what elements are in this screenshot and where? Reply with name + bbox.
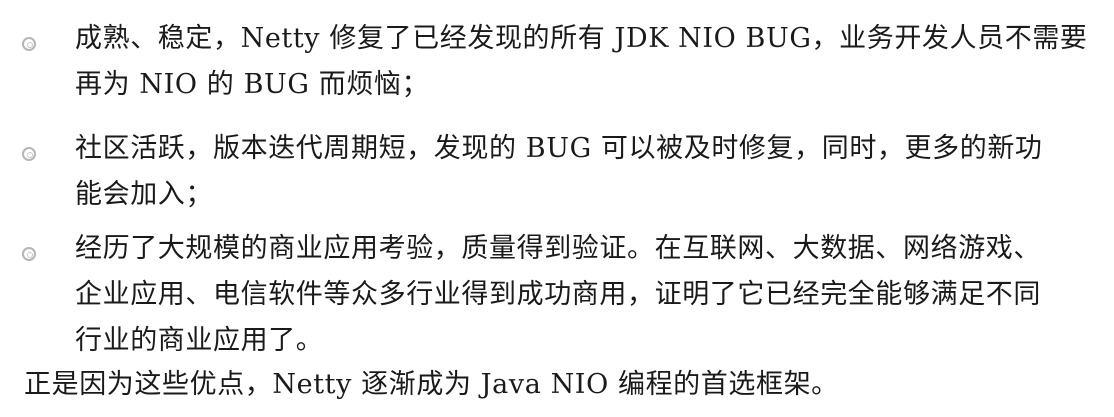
bullet-text: 成熟、稳定，Netty 修复了已经发现的所有 JDK NIO BUG，业务开发人… bbox=[75, 16, 1105, 108]
bullet-text: 经历了大规模的商业应用考验，质量得到验证。在互联网、大数据、网络游戏、 企业应用… bbox=[75, 226, 1105, 364]
text-line: 成熟、稳定，Netty 修复了已经发现的所有 JDK NIO BUG，业务开发人… bbox=[75, 23, 1088, 54]
text-line: 行业的商业应用了。 bbox=[75, 325, 324, 356]
document-page: 成熟、稳定，Netty 修复了已经发现的所有 JDK NIO BUG，业务开发人… bbox=[0, 0, 1114, 417]
text-line: 再为 NIO 的 BUG 而烦恼； bbox=[75, 69, 430, 100]
circle-bullet-icon bbox=[22, 247, 36, 261]
text-line: 企业应用、电信软件等众多行业得到成功商用，证明了它已经完全能够满足不同 bbox=[75, 279, 1041, 310]
text-line: 社区活跃，版本迭代周期短，发现的 BUG 可以被及时修复，同时，更多的新功 bbox=[75, 133, 1043, 164]
bullet-text: 社区活跃，版本迭代周期短，发现的 BUG 可以被及时修复，同时，更多的新功 能会… bbox=[75, 126, 1105, 218]
text-line: 能会加入； bbox=[75, 179, 213, 210]
circle-bullet-icon bbox=[22, 147, 36, 161]
summary-paragraph: 正是因为这些优点，Netty 逐渐成为 Java NIO 编程的首选框架。 bbox=[24, 369, 839, 400]
text-line: 经历了大规模的商业应用考验，质量得到验证。在互联网、大数据、网络游戏、 bbox=[75, 233, 1041, 264]
circle-bullet-icon bbox=[22, 37, 36, 51]
